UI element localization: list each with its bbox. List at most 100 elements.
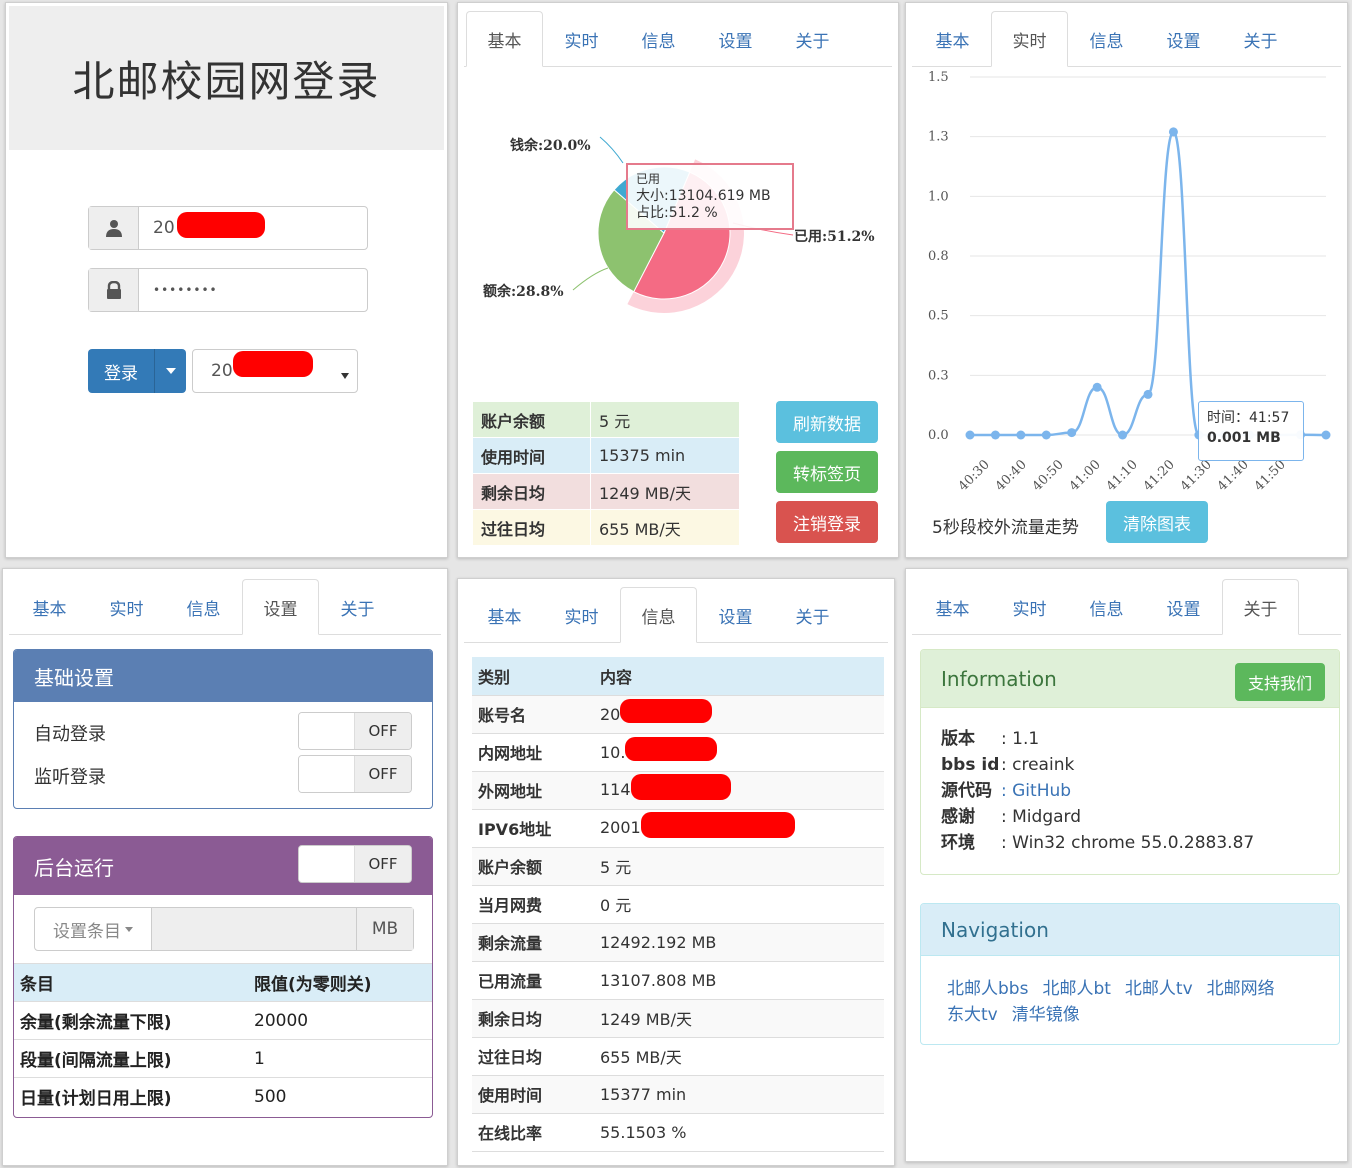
tooltip-time: 时间：41:57	[1207, 410, 1290, 426]
about-value: : 1.1	[1001, 729, 1040, 749]
clear-chart-button[interactable]: 清除图表	[1106, 501, 1208, 543]
tooltip-ratio: 占比:51.2 %	[636, 205, 718, 221]
summary-key: 账户余额	[472, 401, 591, 438]
about-value: : Midgard	[1001, 807, 1082, 827]
tab-bar: 基本 实时 信息 设置 关于	[912, 579, 1341, 635]
data-point[interactable]	[1016, 430, 1026, 440]
tab-settings[interactable]: 设置	[697, 587, 774, 643]
summary-value: 5 元	[590, 401, 740, 438]
tab-realtime[interactable]: 实时	[991, 579, 1068, 635]
info-table: 类别 内容 账号名 20 内网地址 10. 外网地址 114 IPV6地址 2001 账户…	[472, 657, 884, 1152]
tab-about[interactable]: 关于	[1222, 11, 1299, 67]
limit-value[interactable]: 500	[248, 1077, 432, 1116]
data-point[interactable]	[1067, 428, 1077, 438]
table-row: 内网地址 10.	[472, 733, 884, 772]
x-tick-label: 41:10	[1104, 457, 1141, 493]
limit-value[interactable]: 20000	[248, 1001, 432, 1040]
data-point[interactable]	[965, 430, 975, 440]
tab-basic[interactable]: 基本	[11, 579, 88, 635]
nav-link[interactable]: 北邮人bbs	[947, 979, 1028, 999]
limit-value-input[interactable]	[152, 908, 356, 950]
information-box: Information 支持我们 版本 : 1.1 bbs id: creaink…	[920, 649, 1340, 875]
info-row: bbs id: creaink	[941, 752, 1319, 778]
auto-login-label: 自动登录	[34, 724, 106, 745]
redaction-mark	[640, 811, 795, 838]
tab-about[interactable]: 关于	[319, 579, 396, 635]
info-value: 2001	[594, 809, 884, 848]
login-button-label[interactable]: 登录	[88, 349, 155, 393]
refresh-data-button[interactable]: 刷新数据	[776, 401, 878, 443]
support-us-button[interactable]: 支持我们	[1235, 663, 1325, 701]
value-prefix: 2001	[600, 818, 641, 838]
basic-panel: 基本 实时 信息 设置 关于 钱余:20.0% 额余:28.8% 已用:51.2…	[457, 2, 899, 558]
data-point[interactable]	[1118, 430, 1128, 440]
about-key: 源代码	[941, 781, 992, 801]
password-field[interactable]: ••••••••	[88, 268, 368, 312]
tab-about[interactable]: 关于	[774, 11, 851, 67]
table-row: 账户余额 5 元	[472, 847, 884, 886]
limit-value[interactable]: 1	[248, 1039, 432, 1078]
account-select[interactable]: 20	[192, 349, 358, 393]
info-row: 环境: Win32 chrome 55.0.2883.87	[941, 830, 1319, 856]
nav-link[interactable]: 清华镜像	[1012, 1005, 1080, 1025]
about-key: 版本	[941, 729, 975, 749]
info-panel: 基本 实时 信息 设置 关于 类别 内容 账号名 20 内网地址 10. 外网地址 11…	[457, 578, 895, 1166]
tab-about[interactable]: 关于	[774, 587, 851, 643]
tab-settings[interactable]: 设置	[1145, 579, 1222, 635]
nav-link[interactable]: 北邮网络	[1207, 979, 1275, 999]
limit-name: 日量(计划日用上限)	[14, 1077, 248, 1116]
tab-basic[interactable]: 基本	[914, 11, 991, 67]
value-prefix: 20	[600, 704, 621, 724]
caret-down-icon[interactable]	[155, 349, 186, 393]
table-row: 使用时间 15375 min	[472, 437, 740, 474]
tab-settings[interactable]: 设置	[697, 11, 774, 67]
data-point[interactable]	[1168, 127, 1178, 137]
nav-link[interactable]: 北邮人bt	[1042, 979, 1110, 999]
listen-login-toggle[interactable]: OFF	[298, 755, 412, 793]
info-row: 版本 : 1.1	[941, 726, 1319, 752]
github-link[interactable]: : GitHub	[1001, 778, 1071, 804]
tab-info[interactable]: 信息	[1068, 11, 1145, 67]
tab-info[interactable]: 信息	[620, 11, 697, 67]
tab-realtime[interactable]: 实时	[88, 579, 165, 635]
username-field[interactable]: 20	[88, 206, 368, 250]
tab-info[interactable]: 信息	[1068, 579, 1145, 635]
tab-realtime[interactable]: 实时	[543, 11, 620, 67]
tab-basic[interactable]: 基本	[466, 11, 543, 67]
info-key: 内网地址	[472, 733, 594, 772]
col-item: 条目	[14, 963, 248, 1002]
information-title-text: Information	[941, 666, 1057, 691]
usage-pie-chart: 钱余:20.0% 额余:28.8% 已用:51.2% 已用 大小:13104.6…	[458, 93, 898, 393]
nav-link[interactable]: 北邮人tv	[1125, 979, 1193, 999]
dropdown-arrow-icon	[341, 364, 349, 384]
tab-basic[interactable]: 基本	[466, 587, 543, 643]
summary-key: 过往日均	[472, 509, 591, 546]
tab-info[interactable]: 信息	[165, 579, 242, 635]
tab-realtime[interactable]: 实时	[543, 587, 620, 643]
info-key: 剩余流量	[472, 923, 594, 962]
switch-tab-button[interactable]: 转标签页	[776, 451, 878, 493]
tab-settings[interactable]: 设置	[242, 579, 319, 635]
nav-link[interactable]: 东大tv	[947, 1005, 998, 1025]
about-key: 感谢	[941, 807, 975, 827]
tab-about[interactable]: 关于	[1222, 579, 1299, 635]
background-run-toggle[interactable]: OFF	[298, 845, 412, 883]
set-item-dropdown[interactable]: 设置条目	[35, 908, 152, 950]
x-tick-label: 41:20	[1141, 457, 1178, 493]
data-point[interactable]	[1321, 430, 1331, 440]
tab-bar: 基本 实时 信息 设置 关于	[464, 587, 888, 643]
data-point[interactable]	[990, 430, 1000, 440]
login-button[interactable]: 登录	[88, 349, 186, 393]
tab-settings[interactable]: 设置	[1145, 11, 1222, 67]
tab-basic[interactable]: 基本	[914, 579, 991, 635]
logout-button[interactable]: 注销登录	[776, 501, 878, 543]
auto-login-toggle[interactable]: OFF	[298, 712, 412, 750]
data-point[interactable]	[1092, 382, 1102, 392]
data-point[interactable]	[1143, 389, 1153, 399]
summary-value: 15375 min	[590, 437, 740, 474]
tab-info[interactable]: 信息	[620, 587, 697, 643]
summary-key: 剩余日均	[472, 473, 591, 510]
info-key: 账户余额	[472, 847, 594, 886]
tab-realtime[interactable]: 实时	[991, 11, 1068, 67]
data-point[interactable]	[1041, 430, 1051, 440]
